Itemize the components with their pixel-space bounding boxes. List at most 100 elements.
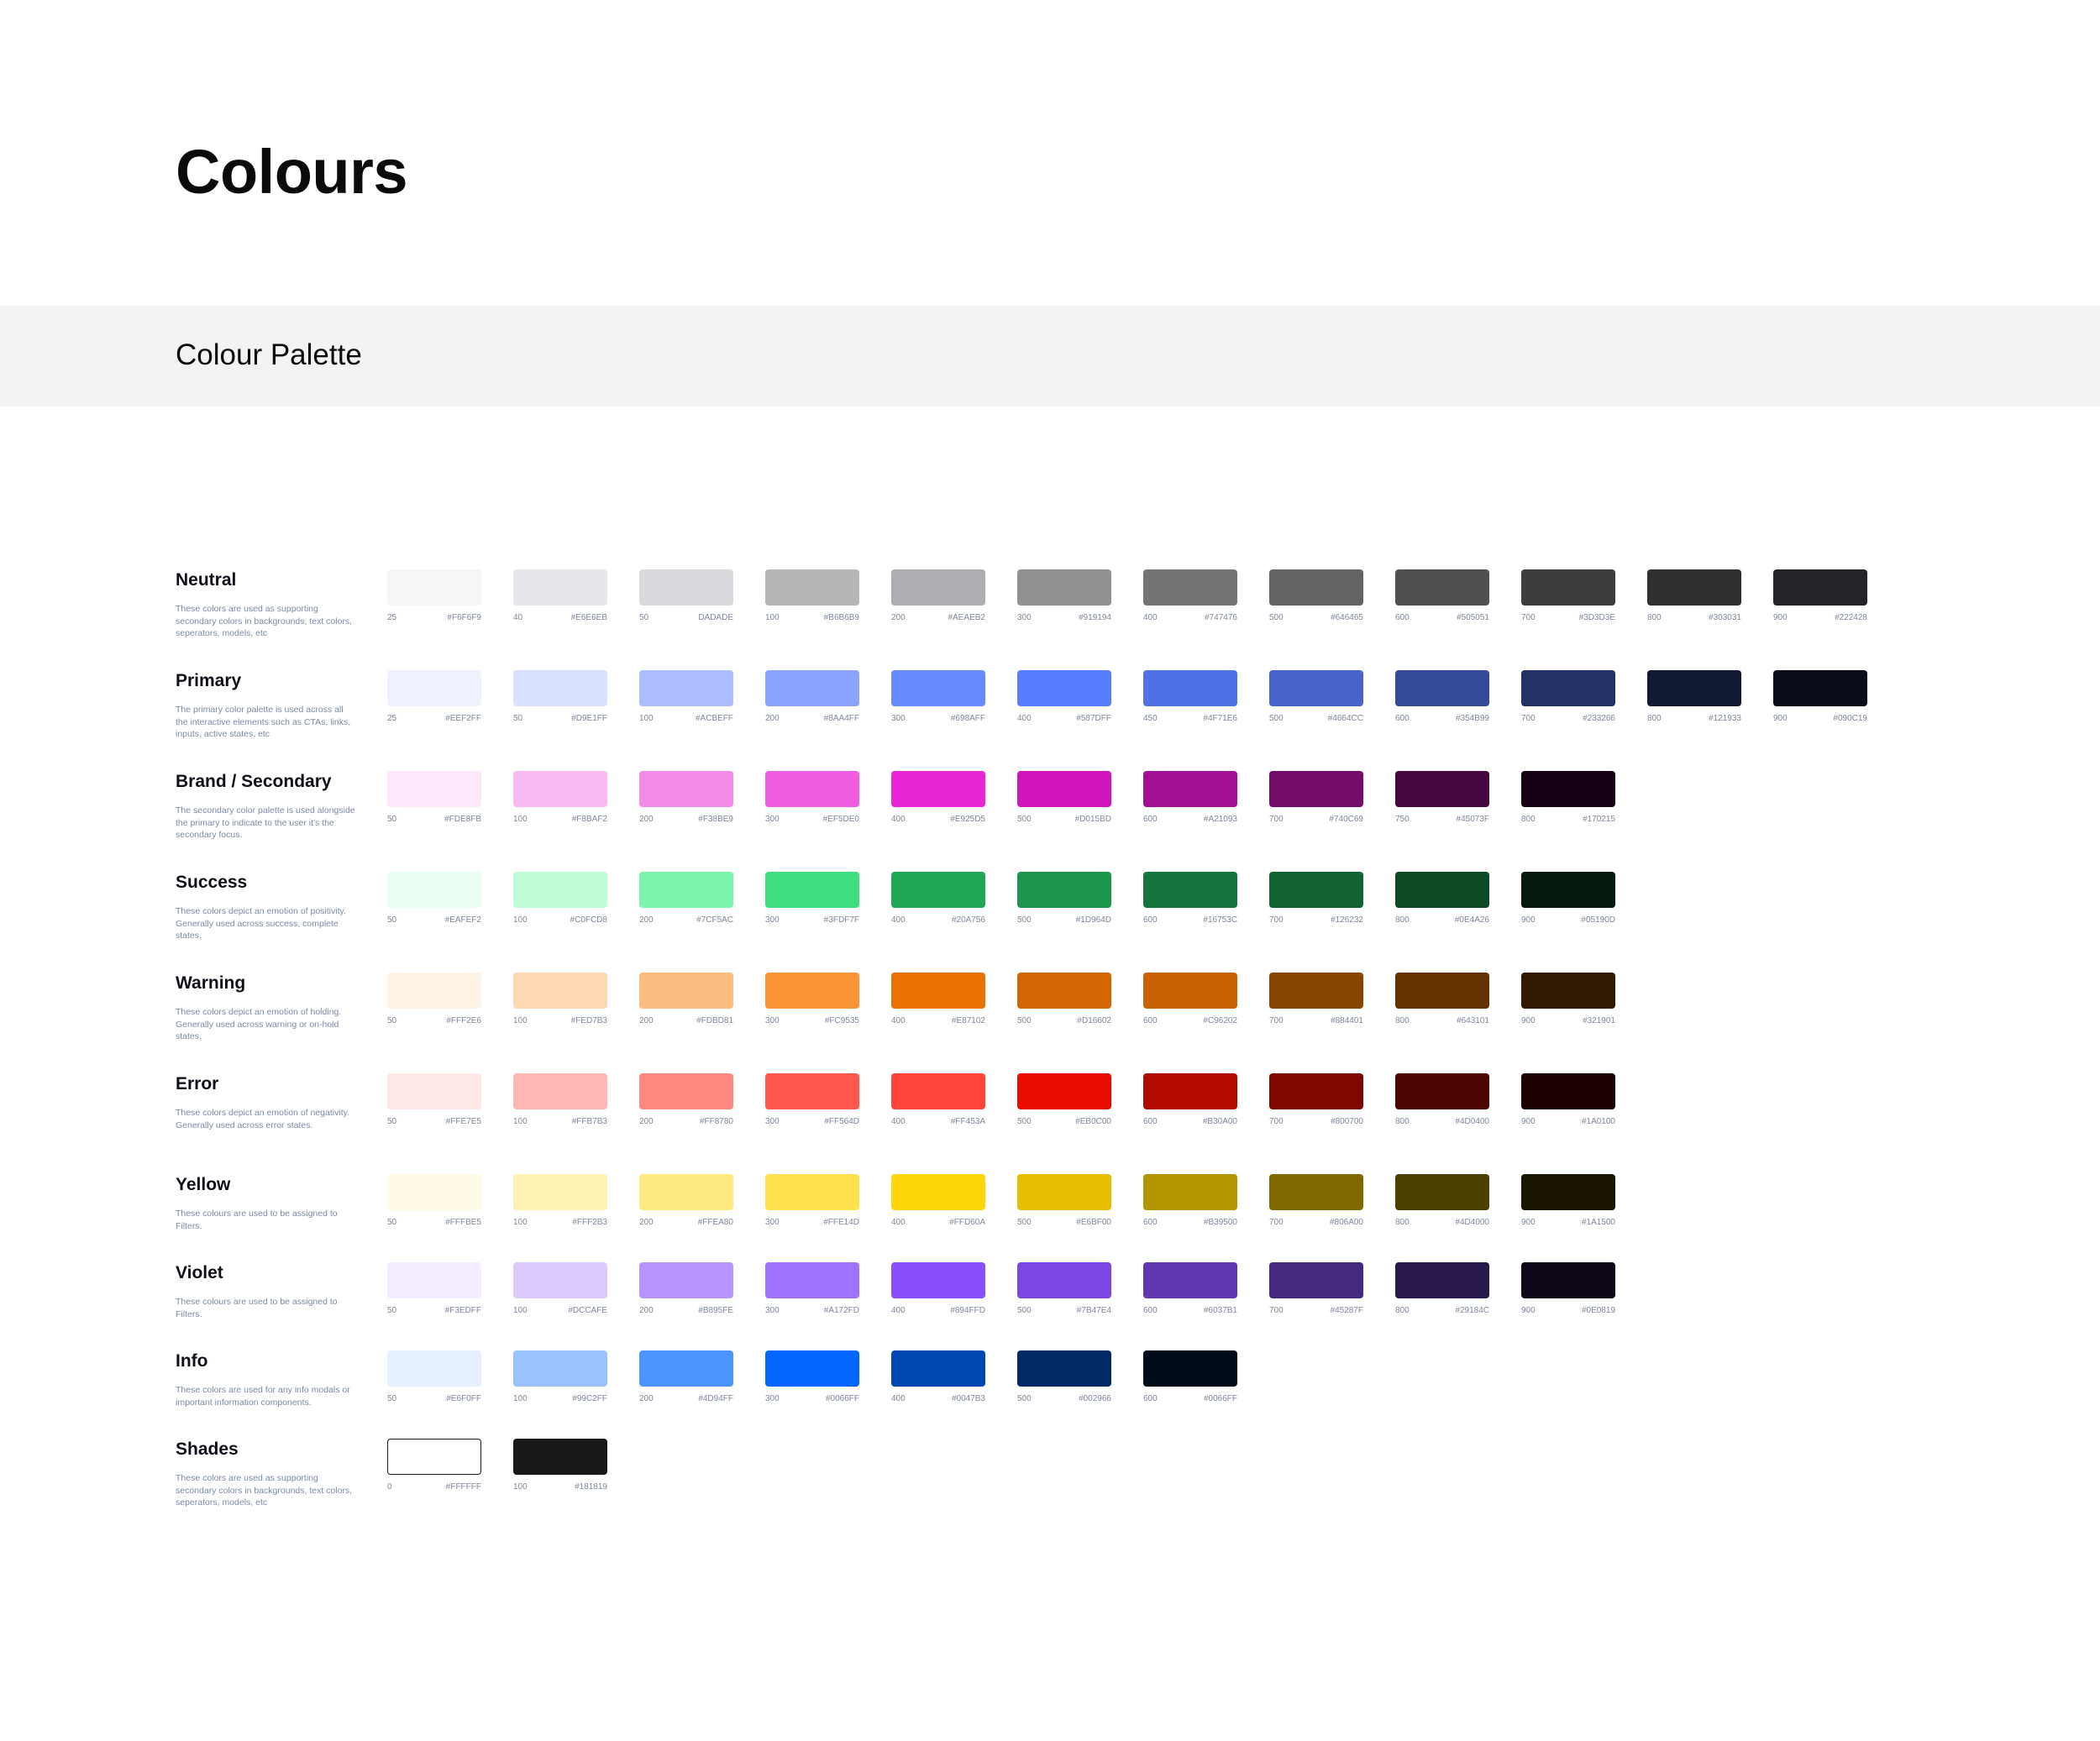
swatch-info-500[interactable]: 500 #002966 xyxy=(1017,1350,1111,1409)
swatch-primary-800[interactable]: 800 #121933 xyxy=(1647,670,1741,729)
swatch-yellow-700[interactable]: 700 #806A00 xyxy=(1269,1174,1363,1233)
swatch-success-600[interactable]: 600 #16753C xyxy=(1143,872,1237,931)
swatch-chip[interactable] xyxy=(513,771,607,807)
swatch-neutral-25[interactable]: 25 #F6F6F9 xyxy=(387,569,481,628)
swatch-chip[interactable] xyxy=(1395,872,1489,908)
swatch-chip[interactable] xyxy=(513,1262,607,1298)
swatch-yellow-400[interactable]: 400 #FFD60A xyxy=(891,1174,985,1233)
swatch-chip[interactable] xyxy=(1143,1262,1237,1298)
swatch-success-700[interactable]: 700 #126232 xyxy=(1269,872,1363,931)
swatch-chip[interactable] xyxy=(891,1350,985,1387)
swatch-chip[interactable] xyxy=(1143,973,1237,1009)
swatch-chip[interactable] xyxy=(891,1174,985,1210)
swatch-error-700[interactable]: 700 #800700 xyxy=(1269,1073,1363,1132)
swatch-chip[interactable] xyxy=(1773,670,1867,706)
swatch-primary-600[interactable]: 600 #354B99 xyxy=(1395,670,1489,729)
swatch-success-800[interactable]: 800 #0E4A26 xyxy=(1395,872,1489,931)
swatch-error-300[interactable]: 300 #FF564D xyxy=(765,1073,859,1132)
swatch-chip[interactable] xyxy=(1269,1262,1363,1298)
swatch-chip[interactable] xyxy=(891,670,985,706)
swatch-shades-100[interactable]: 100 #181819 xyxy=(513,1439,607,1497)
swatch-yellow-300[interactable]: 300 #FFE14D xyxy=(765,1174,859,1233)
swatch-info-100[interactable]: 100 #99C2FF xyxy=(513,1350,607,1409)
swatch-warning-800[interactable]: 800 #643101 xyxy=(1395,973,1489,1031)
swatch-primary-500[interactable]: 500 #4664CC xyxy=(1269,670,1363,729)
swatch-warning-300[interactable]: 300 #FC9535 xyxy=(765,973,859,1031)
swatch-chip[interactable] xyxy=(1521,973,1615,1009)
swatch-error-50[interactable]: 50 #FFE7E5 xyxy=(387,1073,481,1132)
swatch-error-500[interactable]: 500 #EB0C00 xyxy=(1017,1073,1111,1132)
swatch-chip[interactable] xyxy=(765,1174,859,1210)
swatch-chip[interactable] xyxy=(513,670,607,706)
swatch-info-300[interactable]: 300 #0066FF xyxy=(765,1350,859,1409)
swatch-chip[interactable] xyxy=(1647,569,1741,606)
swatch-neutral-40[interactable]: 40 #E6E6EB xyxy=(513,569,607,628)
swatch-error-600[interactable]: 600 #B30A00 xyxy=(1143,1073,1237,1132)
swatch-chip[interactable] xyxy=(639,1262,733,1298)
swatch-chip[interactable] xyxy=(1521,1262,1615,1298)
swatch-yellow-100[interactable]: 100 #FFF2B3 xyxy=(513,1174,607,1233)
swatch-success-900[interactable]: 900 #05190D xyxy=(1521,872,1615,931)
swatch-chip[interactable] xyxy=(891,973,985,1009)
swatch-warning-200[interactable]: 200 #FDBD81 xyxy=(639,973,733,1031)
swatch-brand-secondary-50[interactable]: 50 #FDE8FB xyxy=(387,771,481,830)
swatch-chip[interactable] xyxy=(1269,872,1363,908)
swatch-chip[interactable] xyxy=(1143,1174,1237,1210)
swatch-chip[interactable] xyxy=(387,569,481,606)
swatch-info-200[interactable]: 200 #4D94FF xyxy=(639,1350,733,1409)
swatch-chip[interactable] xyxy=(891,1073,985,1109)
swatch-yellow-600[interactable]: 600 #B39500 xyxy=(1143,1174,1237,1233)
swatch-chip[interactable] xyxy=(513,1174,607,1210)
swatch-yellow-900[interactable]: 900 #1A1500 xyxy=(1521,1174,1615,1233)
swatch-chip[interactable] xyxy=(1521,872,1615,908)
swatch-error-800[interactable]: 800 #4D0400 xyxy=(1395,1073,1489,1132)
swatch-chip[interactable] xyxy=(891,1262,985,1298)
swatch-chip[interactable] xyxy=(765,973,859,1009)
swatch-info-400[interactable]: 400 #0047B3 xyxy=(891,1350,985,1409)
swatch-primary-200[interactable]: 200 #8AA4FF xyxy=(765,670,859,729)
swatch-chip[interactable] xyxy=(639,872,733,908)
swatch-chip[interactable] xyxy=(1521,670,1615,706)
swatch-chip[interactable] xyxy=(891,872,985,908)
swatch-chip[interactable] xyxy=(1521,771,1615,807)
swatch-chip[interactable] xyxy=(1269,973,1363,1009)
swatch-chip[interactable] xyxy=(387,1439,481,1475)
swatch-primary-100[interactable]: 100 #ACBEFF xyxy=(639,670,733,729)
swatch-chip[interactable] xyxy=(1395,1174,1489,1210)
swatch-warning-50[interactable]: 50 #FFF2E6 xyxy=(387,973,481,1031)
swatch-error-900[interactable]: 900 #1A0100 xyxy=(1521,1073,1615,1132)
swatch-chip[interactable] xyxy=(1143,872,1237,908)
swatch-chip[interactable] xyxy=(639,771,733,807)
swatch-chip[interactable] xyxy=(1017,1174,1111,1210)
swatch-chip[interactable] xyxy=(1143,1350,1237,1387)
swatch-warning-600[interactable]: 600 #C96202 xyxy=(1143,973,1237,1031)
swatch-violet-500[interactable]: 500 #7B47E4 xyxy=(1017,1262,1111,1321)
swatch-violet-300[interactable]: 300 #A172FD xyxy=(765,1262,859,1321)
swatch-chip[interactable] xyxy=(387,670,481,706)
swatch-chip[interactable] xyxy=(765,670,859,706)
swatch-success-200[interactable]: 200 #7CF5AC xyxy=(639,872,733,931)
swatch-error-400[interactable]: 400 #FF453A xyxy=(891,1073,985,1132)
swatch-brand-secondary-100[interactable]: 100 #F8BAF2 xyxy=(513,771,607,830)
swatch-neutral-100[interactable]: 100 #B6B6B9 xyxy=(765,569,859,628)
swatch-violet-100[interactable]: 100 #DCCAFE xyxy=(513,1262,607,1321)
swatch-chip[interactable] xyxy=(387,872,481,908)
swatch-brand-secondary-200[interactable]: 200 #F38BE9 xyxy=(639,771,733,830)
swatch-violet-800[interactable]: 800 #29184C xyxy=(1395,1262,1489,1321)
swatch-brand-secondary-300[interactable]: 300 #EF5DE0 xyxy=(765,771,859,830)
swatch-chip[interactable] xyxy=(1017,569,1111,606)
swatch-chip[interactable] xyxy=(387,1350,481,1387)
swatch-chip[interactable] xyxy=(765,771,859,807)
swatch-chip[interactable] xyxy=(387,1174,481,1210)
swatch-brand-secondary-600[interactable]: 600 #A21093 xyxy=(1143,771,1237,830)
swatch-violet-600[interactable]: 600 #6037B1 xyxy=(1143,1262,1237,1321)
swatch-yellow-200[interactable]: 200 #FFEA80 xyxy=(639,1174,733,1233)
swatch-chip[interactable] xyxy=(1395,1262,1489,1298)
swatch-violet-900[interactable]: 900 #0E0819 xyxy=(1521,1262,1615,1321)
swatch-chip[interactable] xyxy=(1269,670,1363,706)
swatch-chip[interactable] xyxy=(1395,973,1489,1009)
swatch-chip[interactable] xyxy=(513,1439,607,1475)
swatch-chip[interactable] xyxy=(387,1073,481,1109)
swatch-yellow-50[interactable]: 50 #FFFBE5 xyxy=(387,1174,481,1233)
swatch-neutral-50[interactable]: 50 DADADE xyxy=(639,569,733,628)
